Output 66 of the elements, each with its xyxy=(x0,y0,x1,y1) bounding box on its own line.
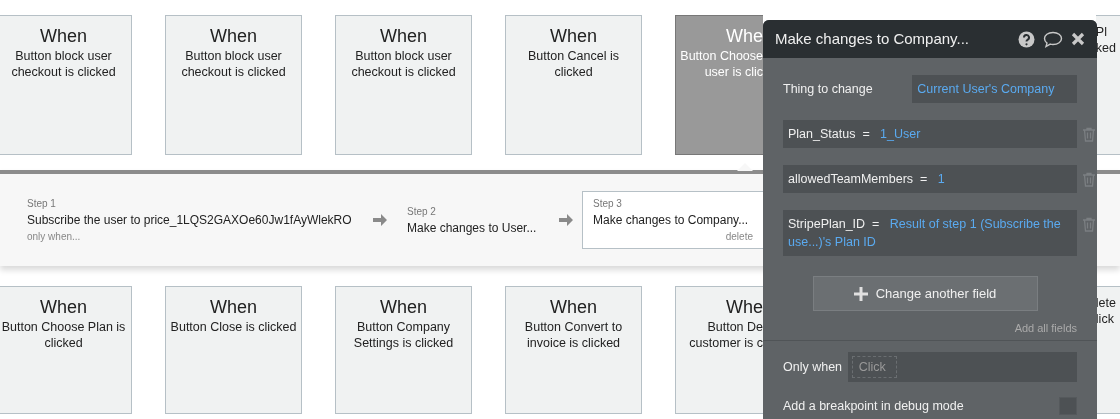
condition-field[interactable]: Click xyxy=(851,356,897,378)
step-text: Subscribe the user to price_1LQS2GAXOe60Jw1fAyWlekRO xyxy=(27,212,353,229)
trash-icon[interactable] xyxy=(1081,216,1097,232)
step-item[interactable]: Step 2 Make changes to User... xyxy=(396,198,550,242)
step-text: Make changes to Company... xyxy=(593,212,750,229)
event-description: Button Cancel is clicked xyxy=(527,48,620,80)
event-title: When xyxy=(549,296,598,319)
field-row[interactable]: StripePlan_ID = Result of step 1 (Subscribe the use...)'s Plan ID xyxy=(783,210,1077,256)
field-label: Thing to change xyxy=(783,81,874,98)
event-title: When xyxy=(39,296,88,319)
add-field-button[interactable]: Change another field xyxy=(812,276,1038,311)
delete-link[interactable]: delete xyxy=(593,229,753,244)
arrow-icon xyxy=(372,213,388,227)
arrow-icon xyxy=(558,213,574,227)
event-description: Button block user checkout is clicked xyxy=(10,48,117,80)
event-title: Whe xyxy=(725,296,763,319)
event-card[interactable]: When Button Cancel is clicked xyxy=(505,15,642,155)
comment-icon[interactable] xyxy=(1043,30,1063,48)
step-label: Step 3 xyxy=(593,197,623,211)
event-description: Button Choose Plan is clicked xyxy=(0,319,127,351)
event-description: Pl xyxy=(1095,24,1108,40)
event-description: Button block user checkout is clicked xyxy=(350,48,457,80)
only-when-label: Only when xyxy=(783,359,844,376)
event-description: Button Company Settings is clicked xyxy=(352,319,455,351)
event-title: When xyxy=(209,296,258,319)
event-card[interactable]: When Button Choose Plan is clicked xyxy=(0,286,132,414)
event-card[interactable]: lete lick xyxy=(1095,286,1120,414)
step-item[interactable]: Step 3 Make changes to Company... delete xyxy=(582,191,764,249)
event-description: user is clic xyxy=(703,64,763,80)
event-card[interactable]: When Button block user checkout is clicked xyxy=(0,15,132,155)
event-card[interactable]: When Button Close is clicked xyxy=(165,286,302,414)
event-description: Button De xyxy=(706,319,763,335)
event-title: When xyxy=(549,25,598,48)
event-card[interactable]: Whe Button De customer is c xyxy=(675,286,763,414)
event-card[interactable]: When Button block user checkout is clicked xyxy=(335,15,472,155)
help-icon[interactable] xyxy=(1018,30,1035,48)
event-description: ked xyxy=(1095,40,1116,56)
event-title: When xyxy=(379,25,428,48)
trash-icon[interactable] xyxy=(1081,171,1097,187)
step-label: Step 1 xyxy=(27,197,57,211)
event-title: Whe xyxy=(725,25,763,48)
trash-icon[interactable] xyxy=(1081,126,1097,142)
panel-title: Make changes to Company... xyxy=(775,30,970,48)
step-label: Step 2 xyxy=(407,204,437,219)
event-description: Button Choose xyxy=(680,48,763,64)
breakpoint-label: Add a breakpoint in debug mode xyxy=(783,398,964,415)
event-card[interactable]: When Button Convert to invoice is clicked xyxy=(505,286,642,414)
field-row[interactable]: allowedTeamMembers = 1 xyxy=(783,165,1077,193)
event-description: Button block user checkout is clicked xyxy=(180,48,287,80)
event-card[interactable]: Pl ked xyxy=(1095,15,1120,155)
close-icon[interactable] xyxy=(1071,32,1085,46)
event-description: Button Close is clicked xyxy=(170,319,297,335)
event-title: When xyxy=(209,25,258,48)
event-description: lick xyxy=(1095,311,1115,327)
field-row[interactable]: Plan_Status = 1_User xyxy=(783,120,1077,148)
event-description: lete xyxy=(1095,295,1116,311)
step-text: Make changes to User... xyxy=(407,219,538,237)
event-card[interactable]: When Button block user checkout is clicked xyxy=(165,15,302,155)
condition-link[interactable]: only when... xyxy=(27,229,353,244)
event-title: When xyxy=(379,296,428,319)
event-description: customer is c xyxy=(688,335,763,351)
step-item[interactable]: Step 1 Subscribe the user to price_1LQS2GAXOe60Jw1fAyWlekRO only when... xyxy=(16,191,364,249)
event-card[interactable]: When Button Company Settings is clicked xyxy=(335,286,472,414)
event-description: Button Convert to invoice is clicked xyxy=(523,319,624,351)
event-title: When xyxy=(39,25,88,48)
plus-icon xyxy=(853,286,868,301)
